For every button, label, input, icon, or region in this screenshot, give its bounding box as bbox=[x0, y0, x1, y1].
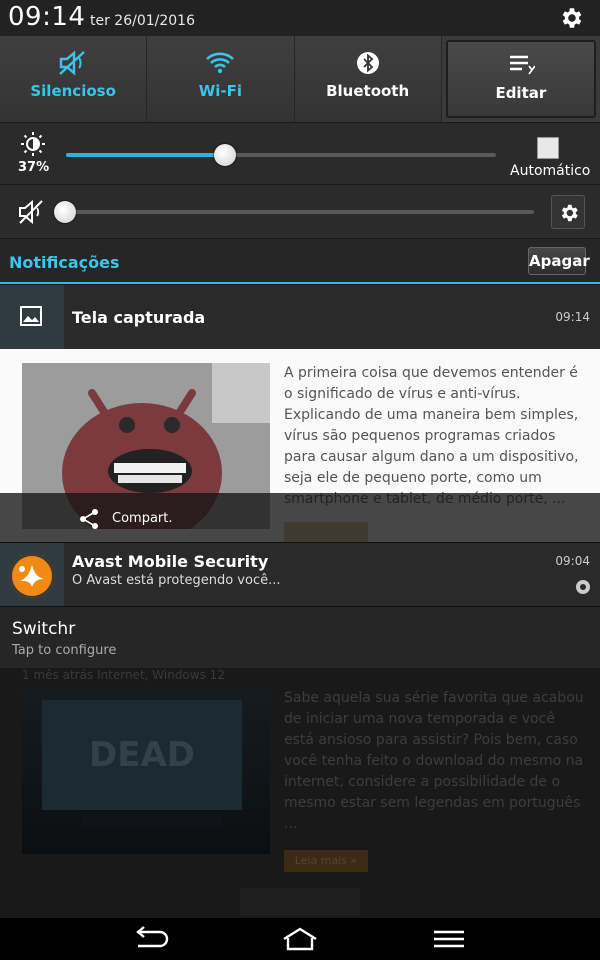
tile-wifi-label: Wi-Fi bbox=[198, 82, 243, 100]
volume-knob[interactable] bbox=[54, 201, 76, 223]
load-more-button bbox=[240, 888, 360, 916]
wifi-icon bbox=[206, 52, 235, 74]
bluetooth-icon bbox=[356, 52, 379, 74]
article-excerpt: A primeira coisa que devemos entender é … bbox=[284, 365, 579, 507]
share-label[interactable]: Compart. bbox=[112, 511, 173, 526]
screenshot-preview[interactable]: A primeira coisa que devemos entender é … bbox=[0, 349, 600, 542]
tile-edit-label: Editar bbox=[495, 84, 547, 102]
volume-mute-icon bbox=[19, 199, 43, 225]
navigation-bar bbox=[0, 918, 600, 960]
avast-small-icon bbox=[576, 580, 590, 594]
volume-slider[interactable] bbox=[54, 201, 534, 223]
menu-icon[interactable] bbox=[432, 926, 466, 952]
notification-switchr[interactable]: Switchr Tap to configure bbox=[0, 606, 600, 668]
notification-title: Avast Mobile Security bbox=[72, 552, 269, 571]
notifications-title: Notificações bbox=[9, 253, 120, 272]
tile-bluetooth[interactable]: Bluetooth bbox=[294, 36, 442, 122]
notification-title: Switchr bbox=[12, 619, 76, 639]
edit-list-icon bbox=[509, 55, 535, 75]
notification-subtitle: O Avast está protegendo você... bbox=[72, 573, 281, 588]
read-more-button[interactable]: Leia mais » bbox=[284, 850, 368, 872]
share-icon[interactable] bbox=[78, 508, 100, 530]
image-icon bbox=[20, 306, 42, 326]
auto-brightness-checkbox[interactable] bbox=[537, 137, 559, 159]
read-more-label: Leia mais » bbox=[294, 854, 358, 867]
brightness-knob[interactable] bbox=[214, 144, 236, 166]
notification-screenshot-icon-box bbox=[0, 285, 64, 349]
article-meta: 1 mês atrás Internet, Windows 12 bbox=[22, 668, 225, 682]
notification-time: 09:04 bbox=[555, 554, 590, 568]
tile-silent[interactable]: Silencioso bbox=[0, 36, 148, 122]
notification-avast[interactable]: Avast Mobile Security O Avast está prote… bbox=[0, 542, 600, 607]
notification-time: 09:14 bbox=[555, 310, 590, 324]
notification-screenshot[interactable]: Tela capturada 09:14 bbox=[0, 285, 600, 349]
clock: 09:14 bbox=[8, 2, 86, 32]
tile-edit[interactable]: Editar bbox=[445, 40, 596, 118]
notification-subtitle: Tap to configure bbox=[12, 643, 117, 658]
auto-brightness-label: Automático bbox=[510, 163, 591, 179]
volume-settings-button[interactable] bbox=[551, 195, 585, 229]
notification-title: Tela capturada bbox=[72, 308, 206, 327]
tile-bluetooth-label: Bluetooth bbox=[326, 82, 410, 100]
home-icon[interactable] bbox=[280, 926, 320, 952]
quick-settings: Silencioso Wi-Fi Bluetooth Editar bbox=[0, 36, 600, 122]
gear-icon bbox=[561, 204, 578, 222]
date: ter 26/01/2016 bbox=[90, 13, 195, 29]
settings-gear-icon[interactable] bbox=[558, 5, 584, 31]
article-thumbnail: DEAD bbox=[22, 688, 270, 854]
tv-illustration: DEAD bbox=[42, 700, 242, 828]
tile-silent-label: Silencioso bbox=[30, 82, 116, 100]
avast-icon-box bbox=[0, 543, 64, 607]
article-excerpt: Sabe aquela sua série favorita que acabo… bbox=[284, 690, 584, 832]
brightness-percent: 37% bbox=[18, 160, 50, 175]
brightness-row: 37% Automático bbox=[0, 122, 600, 184]
background-article: 1 mês atrás Internet, Windows 12 DEAD Sa… bbox=[0, 668, 600, 918]
mute-icon bbox=[59, 50, 85, 76]
back-icon[interactable] bbox=[132, 926, 170, 952]
notifications-header: Notificações Apagar bbox=[0, 238, 600, 284]
brightness-icon bbox=[21, 132, 45, 156]
tile-wifi[interactable]: Wi-Fi bbox=[147, 36, 295, 122]
brightness-fill bbox=[66, 153, 225, 157]
clear-notifications-button[interactable]: Apagar bbox=[528, 247, 590, 275]
brightness-slider[interactable] bbox=[66, 144, 496, 166]
thumbnail-text: DEAD bbox=[89, 735, 195, 775]
status-bar: 09:14 ter 26/01/2016 bbox=[0, 0, 600, 36]
avast-logo-icon bbox=[8, 552, 56, 600]
volume-row bbox=[0, 184, 600, 238]
